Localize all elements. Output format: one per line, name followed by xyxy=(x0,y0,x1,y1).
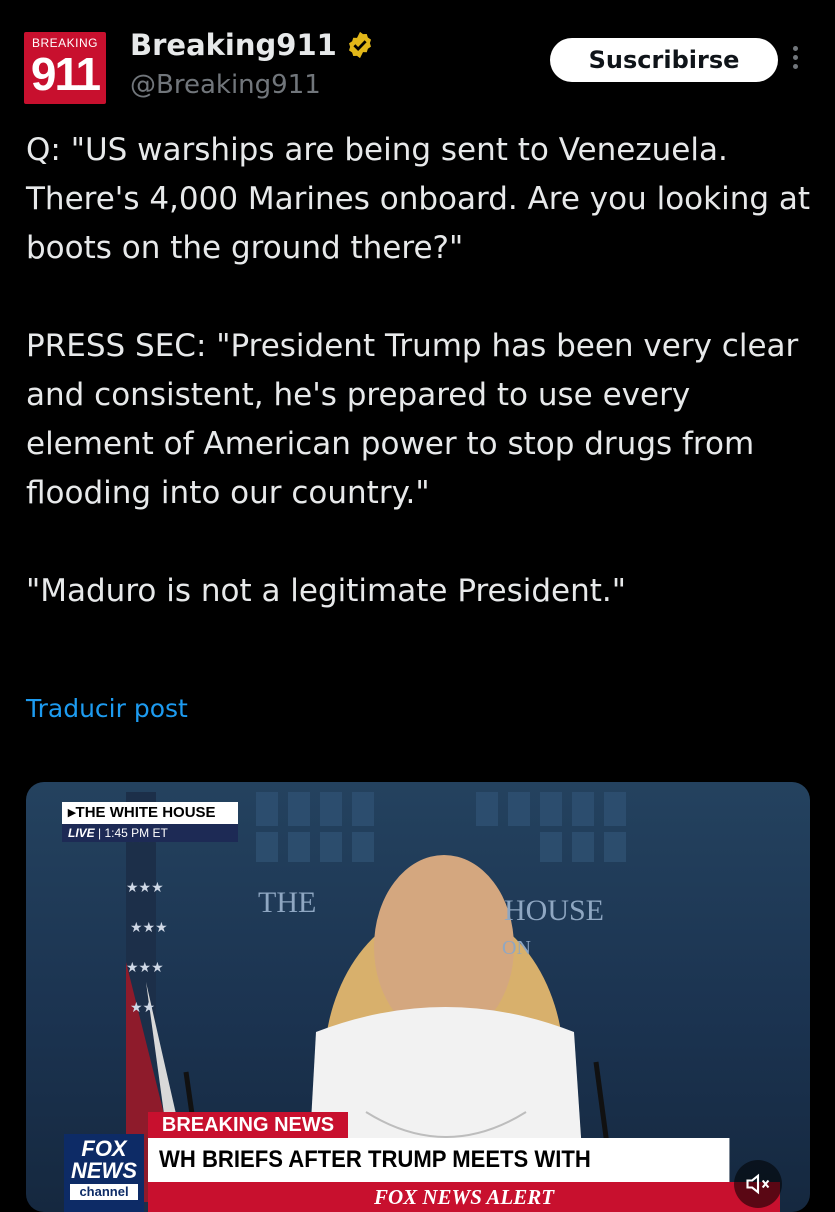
live-label: LIVE xyxy=(68,826,95,840)
fox-news-alert-label: FOX NEWS ALERT xyxy=(148,1182,780,1212)
more-vertical-icon[interactable] xyxy=(786,42,804,78)
backdrop-text-sub: ON xyxy=(502,937,531,959)
location-bug: ▸THE WHITE HOUSE LIVE | 1:45 PM ET xyxy=(62,802,238,842)
breaking-news-label: BREAKING NEWS xyxy=(148,1112,348,1138)
svg-text:★★: ★★ xyxy=(130,1001,155,1016)
subscribe-button[interactable]: Suscribirse xyxy=(550,38,778,82)
post-media-video[interactable]: ★ ★★★★ ★★★★★★ ★★ THE HOUSE ON ▸THE WHITE… xyxy=(26,782,810,1212)
backdrop-text-left: THE xyxy=(258,886,316,919)
avatar[interactable]: BREAKING 911 xyxy=(24,32,106,104)
logo-line1: FOX xyxy=(81,1136,127,1161)
translate-post-link[interactable]: Traducir post xyxy=(26,694,188,723)
post-text: Q: "US warships are being sent to Venezu… xyxy=(26,132,811,609)
location-text: THE WHITE HOUSE xyxy=(75,804,216,821)
svg-text:★★★: ★★★ xyxy=(126,881,164,896)
post-header: BREAKING 911 Breaking911 @Breaking911 Su… xyxy=(0,0,835,120)
verified-badge-icon xyxy=(348,31,371,59)
logo-line2: NEWS xyxy=(71,1158,137,1183)
backdrop-text-right: HOUSE xyxy=(504,894,604,927)
more-dot xyxy=(792,46,798,51)
logo-line3: channel xyxy=(70,1184,138,1200)
svg-text:★★★: ★★★ xyxy=(126,961,164,976)
author-name-row[interactable]: Breaking911 xyxy=(130,28,375,62)
volume-muted-icon[interactable] xyxy=(734,1160,782,1208)
time-label: 1:45 PM ET xyxy=(104,826,168,840)
live-time-row: LIVE | 1:45 PM ET xyxy=(62,824,238,842)
more-dot xyxy=(792,64,798,69)
headline-ticker: WH BRIEFS AFTER TRUMP MEETS WITH ZELENSK… xyxy=(148,1138,730,1212)
avatar-number: 911 xyxy=(30,48,101,100)
more-dot xyxy=(792,55,798,60)
author-handle[interactable]: @Breaking911 xyxy=(130,70,321,100)
location-label: ▸THE WHITE HOUSE xyxy=(62,802,238,824)
author-name[interactable]: Breaking911 xyxy=(130,28,337,62)
svg-text:★★★: ★★★ xyxy=(130,921,168,936)
fox-news-logo: FOX NEWS channel xyxy=(64,1134,144,1212)
